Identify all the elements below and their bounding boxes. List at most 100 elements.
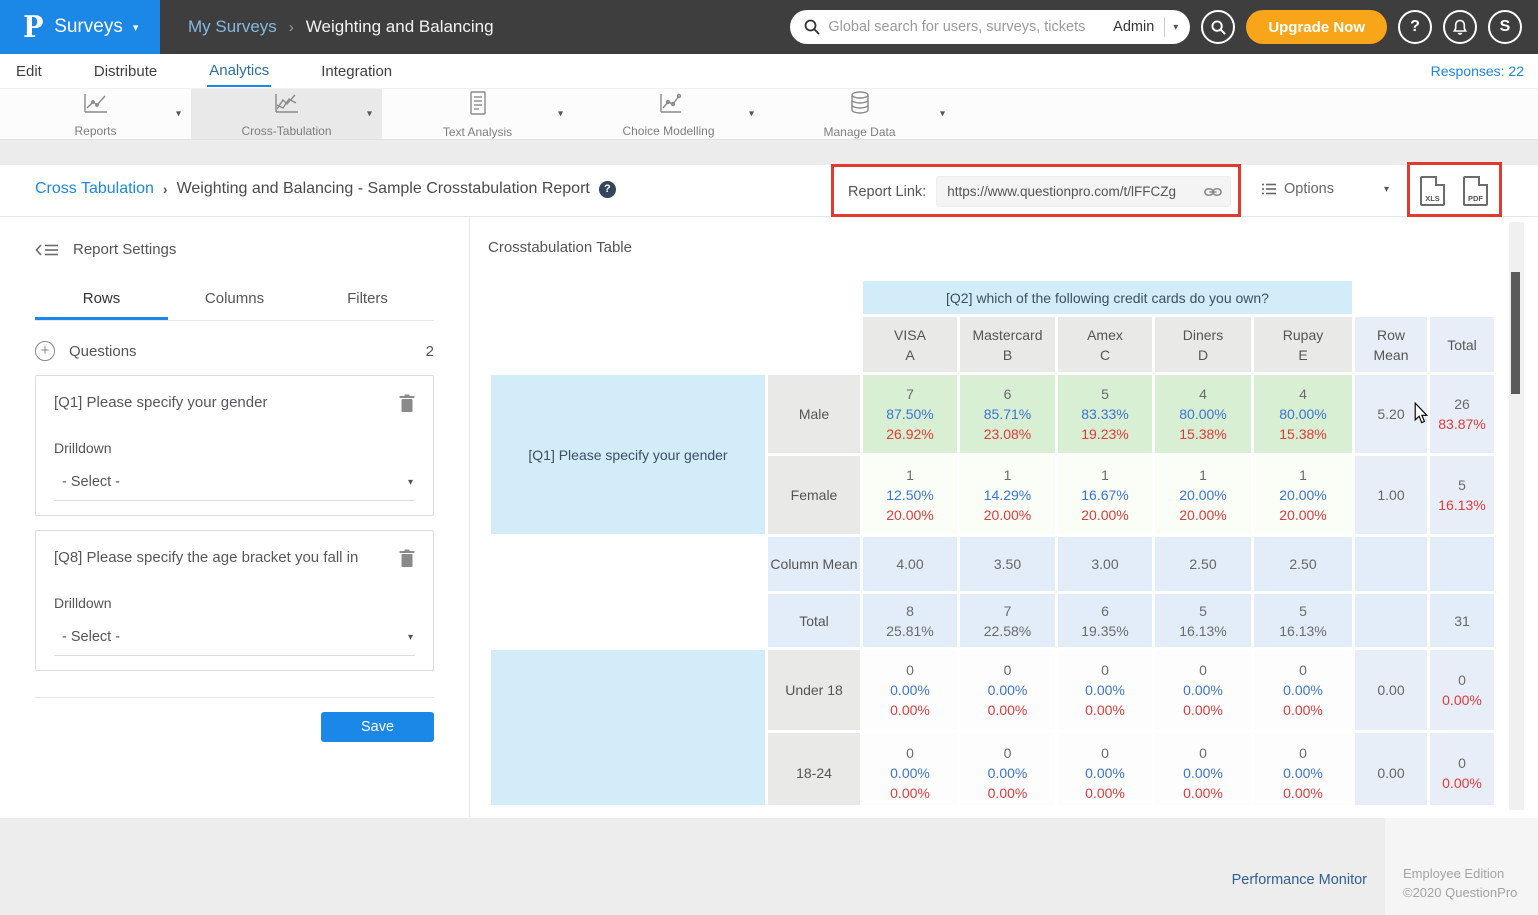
drilldown-select[interactable]: - Select -▾ [54, 462, 415, 501]
content-area: Cross Tabulation › Weighting and Balanci… [0, 165, 1538, 818]
scrollbar-track[interactable] [1509, 222, 1524, 810]
chevron-down-icon[interactable]: ▾ [176, 109, 181, 120]
drilldown-label: Drilldown [54, 440, 415, 456]
toolbar-item-cross-tabulation[interactable]: Cross-Tabulation▾ [191, 89, 382, 139]
tab-columns[interactable]: Columns [168, 282, 301, 320]
summary-cell [1430, 537, 1494, 591]
row-mean-cell: 1.00 [1355, 456, 1427, 534]
nav-item-edit[interactable]: Edit [14, 57, 44, 86]
chevron-down-icon: ▾ [408, 477, 413, 488]
export-group: XLS PDF [1420, 176, 1488, 206]
scrollbar-thumb[interactable] [1511, 272, 1520, 394]
chevron-down-icon[interactable]: ▾ [749, 109, 754, 120]
report-link-field [936, 176, 1231, 207]
add-question-icon[interactable]: + [35, 341, 55, 361]
drilldown-select[interactable]: - Select -▾ [54, 617, 415, 656]
spacer-cell [491, 281, 765, 314]
delete-question-button[interactable] [399, 549, 415, 573]
data-cell: 00.00%0.00% [863, 650, 957, 730]
row-label-cell: 18-24 [768, 733, 860, 805]
search-icon [804, 19, 820, 35]
data-cell: 00.00%0.00% [960, 733, 1055, 805]
data-cell: 112.50%20.00% [863, 456, 957, 534]
bell-icon [1452, 19, 1468, 36]
cross-tabulation-link[interactable]: Cross Tabulation [35, 180, 154, 198]
breadcrumb-separator-icon: › [163, 181, 168, 197]
report-link-input[interactable] [947, 184, 1204, 199]
summary-cell: 4.00 [863, 537, 957, 591]
report-header: Cross Tabulation › Weighting and Balanci… [0, 165, 1538, 217]
help-button[interactable]: ? [1398, 10, 1432, 44]
tab-rows[interactable]: Rows [35, 282, 168, 320]
search-scope-caret-icon[interactable]: ▾ [1165, 22, 1190, 33]
trash-icon [399, 394, 415, 413]
data-cell: 00.00%0.00% [1155, 650, 1251, 730]
data-cell: 787.50%26.92% [863, 375, 957, 453]
responses-count[interactable]: Responses: 22 [1431, 63, 1524, 79]
crosstab-title: Crosstabulation Table [488, 239, 1538, 256]
crosstab-scroll-area[interactable]: [Q2] which of the following credit cards… [488, 278, 1538, 805]
toolbar-item-manage-data[interactable]: Manage Data▾ [764, 89, 955, 139]
line-chart-icon [82, 91, 110, 120]
nav-item-integration[interactable]: Integration [319, 57, 394, 86]
page-gap [0, 140, 1538, 165]
chevron-down-icon: ▾ [408, 632, 413, 643]
summary-cell: 2.50 [1254, 537, 1352, 591]
summary-cell: 516.13% [1155, 594, 1251, 647]
delete-question-button[interactable] [399, 394, 415, 418]
toolbar-item-text-analysis[interactable]: Text Analysis▾ [382, 89, 573, 139]
nav-item-distribute[interactable]: Distribute [92, 57, 159, 86]
chevron-down-icon: ▾ [133, 21, 139, 34]
question-title: [Q8] Please specify the age bracket you … [54, 549, 399, 566]
help-icon[interactable]: ? [599, 181, 616, 198]
tab-filters[interactable]: Filters [301, 282, 434, 320]
search-icon [1211, 20, 1226, 35]
upgrade-now-button[interactable]: Upgrade Now [1246, 10, 1387, 44]
spacer-cell [768, 317, 860, 372]
surveys-menu[interactable]: P Surveys ▾ [0, 0, 160, 54]
summary-cell: 722.58% [960, 594, 1055, 647]
nav-item-analytics[interactable]: Analytics [207, 56, 271, 87]
panel-title: Report Settings [73, 241, 176, 258]
global-search: Admin ▾ [790, 10, 1190, 44]
questions-label: Questions [69, 343, 137, 360]
export-pdf-button[interactable]: PDF [1463, 176, 1488, 206]
row-total-cell: 00.00% [1430, 733, 1494, 805]
options-dropdown[interactable]: Options ▾ [1262, 181, 1389, 197]
chevron-down-icon[interactable]: ▾ [940, 109, 945, 120]
data-cell: 00.00%0.00% [863, 733, 957, 805]
row-total-cell: 00.00% [1430, 650, 1494, 730]
toolbar-item-reports[interactable]: Reports▾ [0, 89, 191, 139]
search-input[interactable] [828, 19, 1103, 35]
search-button[interactable] [1201, 10, 1235, 44]
data-cell: 685.71%23.08% [960, 375, 1055, 453]
link-icon[interactable] [1204, 186, 1222, 198]
export-xls-button[interactable]: XLS [1420, 176, 1445, 206]
breadcrumb-my-surveys[interactable]: My Surveys [188, 17, 277, 37]
row-label-cell: Female [768, 456, 860, 534]
column-header-cell: DinersD [1155, 317, 1251, 372]
chevron-down-icon: ▾ [1384, 184, 1389, 195]
chevron-down-icon[interactable]: ▾ [558, 109, 563, 120]
summary-cell: 3.00 [1058, 537, 1152, 591]
avatar[interactable]: S [1488, 10, 1522, 44]
search-scope[interactable]: Admin [1103, 17, 1165, 37]
summary-cell: 31 [1430, 594, 1494, 647]
save-button[interactable]: Save [321, 712, 434, 742]
collapse-panel-icon[interactable] [35, 242, 59, 258]
column-header-cell: VISAA [863, 317, 957, 372]
chevron-down-icon[interactable]: ▾ [367, 109, 372, 120]
column-header-cell: MastercardB [960, 317, 1055, 372]
data-cell: 00.00%0.00% [1254, 733, 1352, 805]
performance-monitor-link[interactable]: Performance Monitor [1232, 872, 1367, 888]
analytics-toolbar: Reports▾Cross-Tabulation▾Text Analysis▾C… [0, 88, 1538, 140]
toolbar-item-choice-modelling[interactable]: Choice Modelling▾ [573, 89, 764, 139]
report-title: Weighting and Balancing - Sample Crossta… [177, 180, 590, 198]
row-mean-cell: 0.00 [1355, 733, 1427, 805]
data-cell: 00.00%0.00% [1254, 650, 1352, 730]
row-mean-cell: 5.20 [1355, 375, 1427, 453]
survey-nav: Edit Distribute Analytics Integration Respo… [0, 54, 1538, 88]
drilldown-label: Drilldown [54, 595, 415, 611]
notifications-button[interactable] [1443, 10, 1477, 44]
topbar: P Surveys ▾ My Surveys › Weighting and B… [0, 0, 1538, 54]
